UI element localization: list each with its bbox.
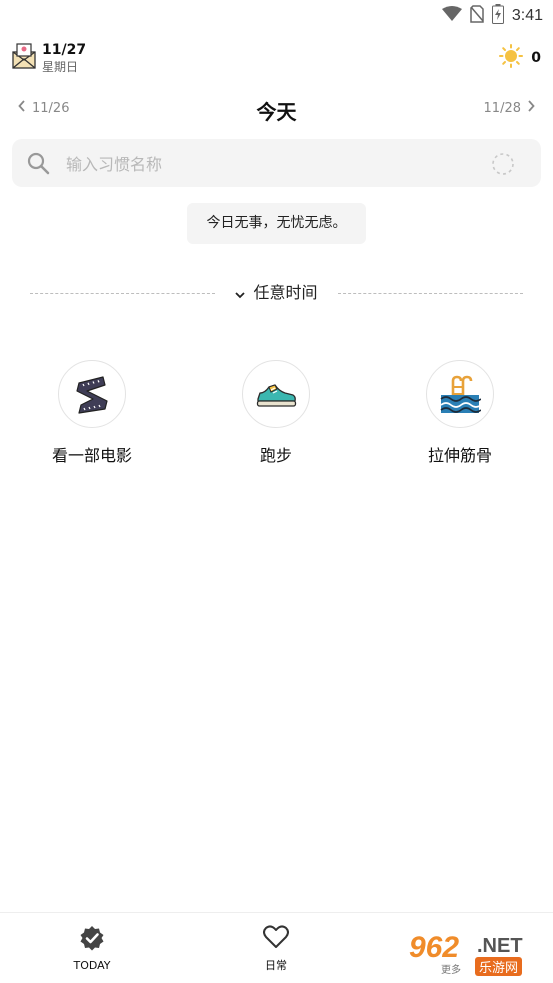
heart-icon <box>263 925 289 953</box>
habit-name: 看一部电影 <box>51 446 132 465</box>
bottom-tab-bar: TODAY 日常 962 .NET 更多 乐游网 <box>0 912 553 983</box>
tab-label: 日常 <box>265 959 287 972</box>
tab-label: TODAY <box>73 959 111 972</box>
chevron-down-icon <box>235 281 246 307</box>
date-navigation: 11/26 今天 11/28 <box>0 92 553 128</box>
current-date: 11/27 <box>42 42 87 58</box>
habit-icon-circle <box>58 360 126 428</box>
watermark-logo: 962 <box>409 931 460 964</box>
watermark-site: 乐游网 <box>475 957 523 976</box>
status-icons: 3:41 <box>441 4 543 28</box>
sun-counter[interactable]: 0 <box>499 44 541 72</box>
watermark-domain: .NET <box>477 935 523 957</box>
wifi-icon <box>441 6 462 26</box>
search-icon <box>26 151 50 179</box>
date-header[interactable]: 11/27 星期日 <box>12 42 86 75</box>
battery-charging-icon <box>491 4 504 28</box>
current-weekday: 星期日 <box>42 60 79 74</box>
next-date-label: 11/28 <box>483 100 521 116</box>
chevron-right-icon <box>527 100 535 116</box>
sun-icon <box>499 44 524 72</box>
status-bar: 3:41 <box>0 0 553 32</box>
tab-today[interactable]: TODAY <box>52 925 132 972</box>
loading-spinner-icon <box>491 152 515 180</box>
status-time: 3:41 <box>511 7 543 24</box>
habit-icon-circle <box>426 360 494 428</box>
date-texts: 11/27 星期日 <box>42 42 86 75</box>
habit-item-movie[interactable]: 看一部电影 <box>17 360 167 466</box>
habit-item-running[interactable]: 跑步 <box>201 360 351 466</box>
habit-icon-circle <box>242 360 310 428</box>
app-screen: 3:41 11/27 星期日 0 11/26 今天 11/28 输入习惯名称 今… <box>0 0 553 983</box>
check-badge-icon <box>79 926 105 955</box>
sun-count: 0 <box>531 50 541 66</box>
next-day-button[interactable]: 11/28 <box>484 100 535 116</box>
habit-item-stretch[interactable]: 拉伸筋骨 <box>385 360 535 466</box>
section-any-time[interactable]: 任意时间 <box>30 280 523 306</box>
search-bar <box>12 139 541 187</box>
section-label: 任意时间 <box>253 283 318 302</box>
tab-daily[interactable]: 日常 <box>236 925 316 973</box>
empty-tip-message: 今日无事，无忧无虑。 <box>187 203 366 244</box>
mail-icon <box>12 42 36 74</box>
search-input[interactable] <box>64 149 478 179</box>
page-title: 今天 <box>256 100 297 124</box>
no-sim-icon <box>470 5 484 27</box>
habit-name: 拉伸筋骨 <box>427 446 492 465</box>
watermark-more: 更多 <box>441 965 461 976</box>
site-watermark: 962 .NET 更多 乐游网 <box>407 921 547 979</box>
section-header: 任意时间 <box>30 280 523 307</box>
habit-name: 跑步 <box>259 446 292 465</box>
